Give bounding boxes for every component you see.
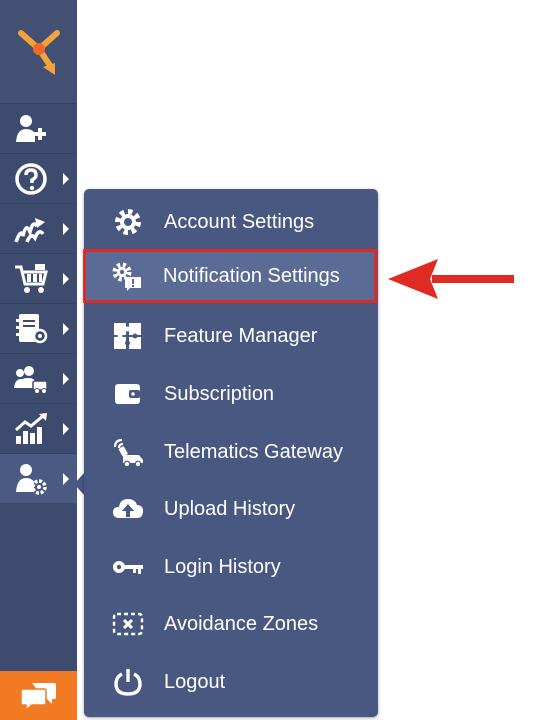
route4me-logo-icon — [17, 29, 60, 75]
sidebar-item-marketplace[interactable] — [0, 253, 77, 303]
sidebar-item-help[interactable] — [0, 153, 77, 203]
menu-item-login-history[interactable]: Login History — [84, 540, 378, 594]
chevron-right-icon — [63, 223, 69, 235]
puzzle-icon — [110, 321, 146, 351]
sidebar-item-address-book[interactable] — [0, 303, 77, 353]
gear-icon — [110, 207, 146, 237]
chevron-right-icon — [63, 473, 69, 485]
menu-item-label: Avoidance Zones — [164, 612, 319, 635]
settings-menu: Account Settings Notification Settings F… — [83, 189, 378, 717]
menu-item-telematics-gateway[interactable]: Telematics Gateway — [84, 425, 378, 479]
chevron-right-icon — [63, 323, 69, 335]
notification-settings-icon — [109, 261, 145, 291]
help-circle-icon — [15, 163, 47, 195]
wallet-icon — [110, 379, 146, 409]
chevron-right-icon — [63, 423, 69, 435]
menu-item-feature-manager[interactable]: Feature Manager — [84, 309, 378, 363]
chevron-right-icon — [63, 373, 69, 385]
sidebar — [0, 0, 77, 720]
menu-item-notification-settings[interactable]: Notification Settings — [83, 249, 377, 303]
chevron-right-icon — [63, 173, 69, 185]
menu-item-label: Subscription — [164, 382, 275, 405]
sidebar-item-analytics[interactable] — [0, 403, 77, 453]
chevron-right-icon — [63, 273, 69, 285]
avoidance-zone-icon — [110, 609, 146, 639]
cart-icon — [15, 264, 48, 293]
power-icon — [110, 667, 146, 697]
annotation-arrow-icon — [388, 259, 514, 299]
menu-item-label: Account Settings — [164, 210, 315, 233]
sidebar-item-settings[interactable] — [0, 453, 77, 503]
team-vehicle-icon — [14, 366, 48, 394]
menu-item-label: Login History — [164, 555, 281, 578]
menu-item-logout[interactable]: Logout — [84, 655, 378, 709]
add-user-icon — [16, 115, 46, 142]
chat-icon — [19, 682, 56, 712]
menu-item-subscription[interactable]: Subscription — [84, 367, 378, 421]
user-settings-icon — [16, 464, 47, 495]
menu-item-label: Telematics Gateway — [164, 440, 343, 463]
menu-item-upload-history[interactable]: Upload History — [84, 482, 378, 536]
address-book-icon — [16, 314, 48, 344]
analytics-icon — [15, 413, 47, 444]
menu-item-label: Notification Settings — [163, 264, 340, 287]
menu-item-label: Logout — [164, 670, 226, 693]
logo[interactable] — [0, 0, 77, 103]
menu-item-avoidance-zones[interactable]: Avoidance Zones — [84, 597, 378, 651]
routes-icon — [14, 218, 45, 243]
key-icon — [110, 552, 146, 582]
menu-item-label: Feature Manager — [164, 324, 318, 347]
chat-button[interactable] — [0, 671, 77, 720]
menu-item-account-settings[interactable]: Account Settings — [84, 195, 378, 249]
sidebar-item-routes[interactable] — [0, 203, 77, 253]
cloud-upload-icon — [110, 494, 146, 524]
telematics-icon — [110, 437, 146, 467]
menu-item-label: Upload History — [164, 497, 296, 520]
sidebar-item-add-user[interactable] — [0, 103, 77, 153]
sidebar-item-team[interactable] — [0, 353, 77, 403]
